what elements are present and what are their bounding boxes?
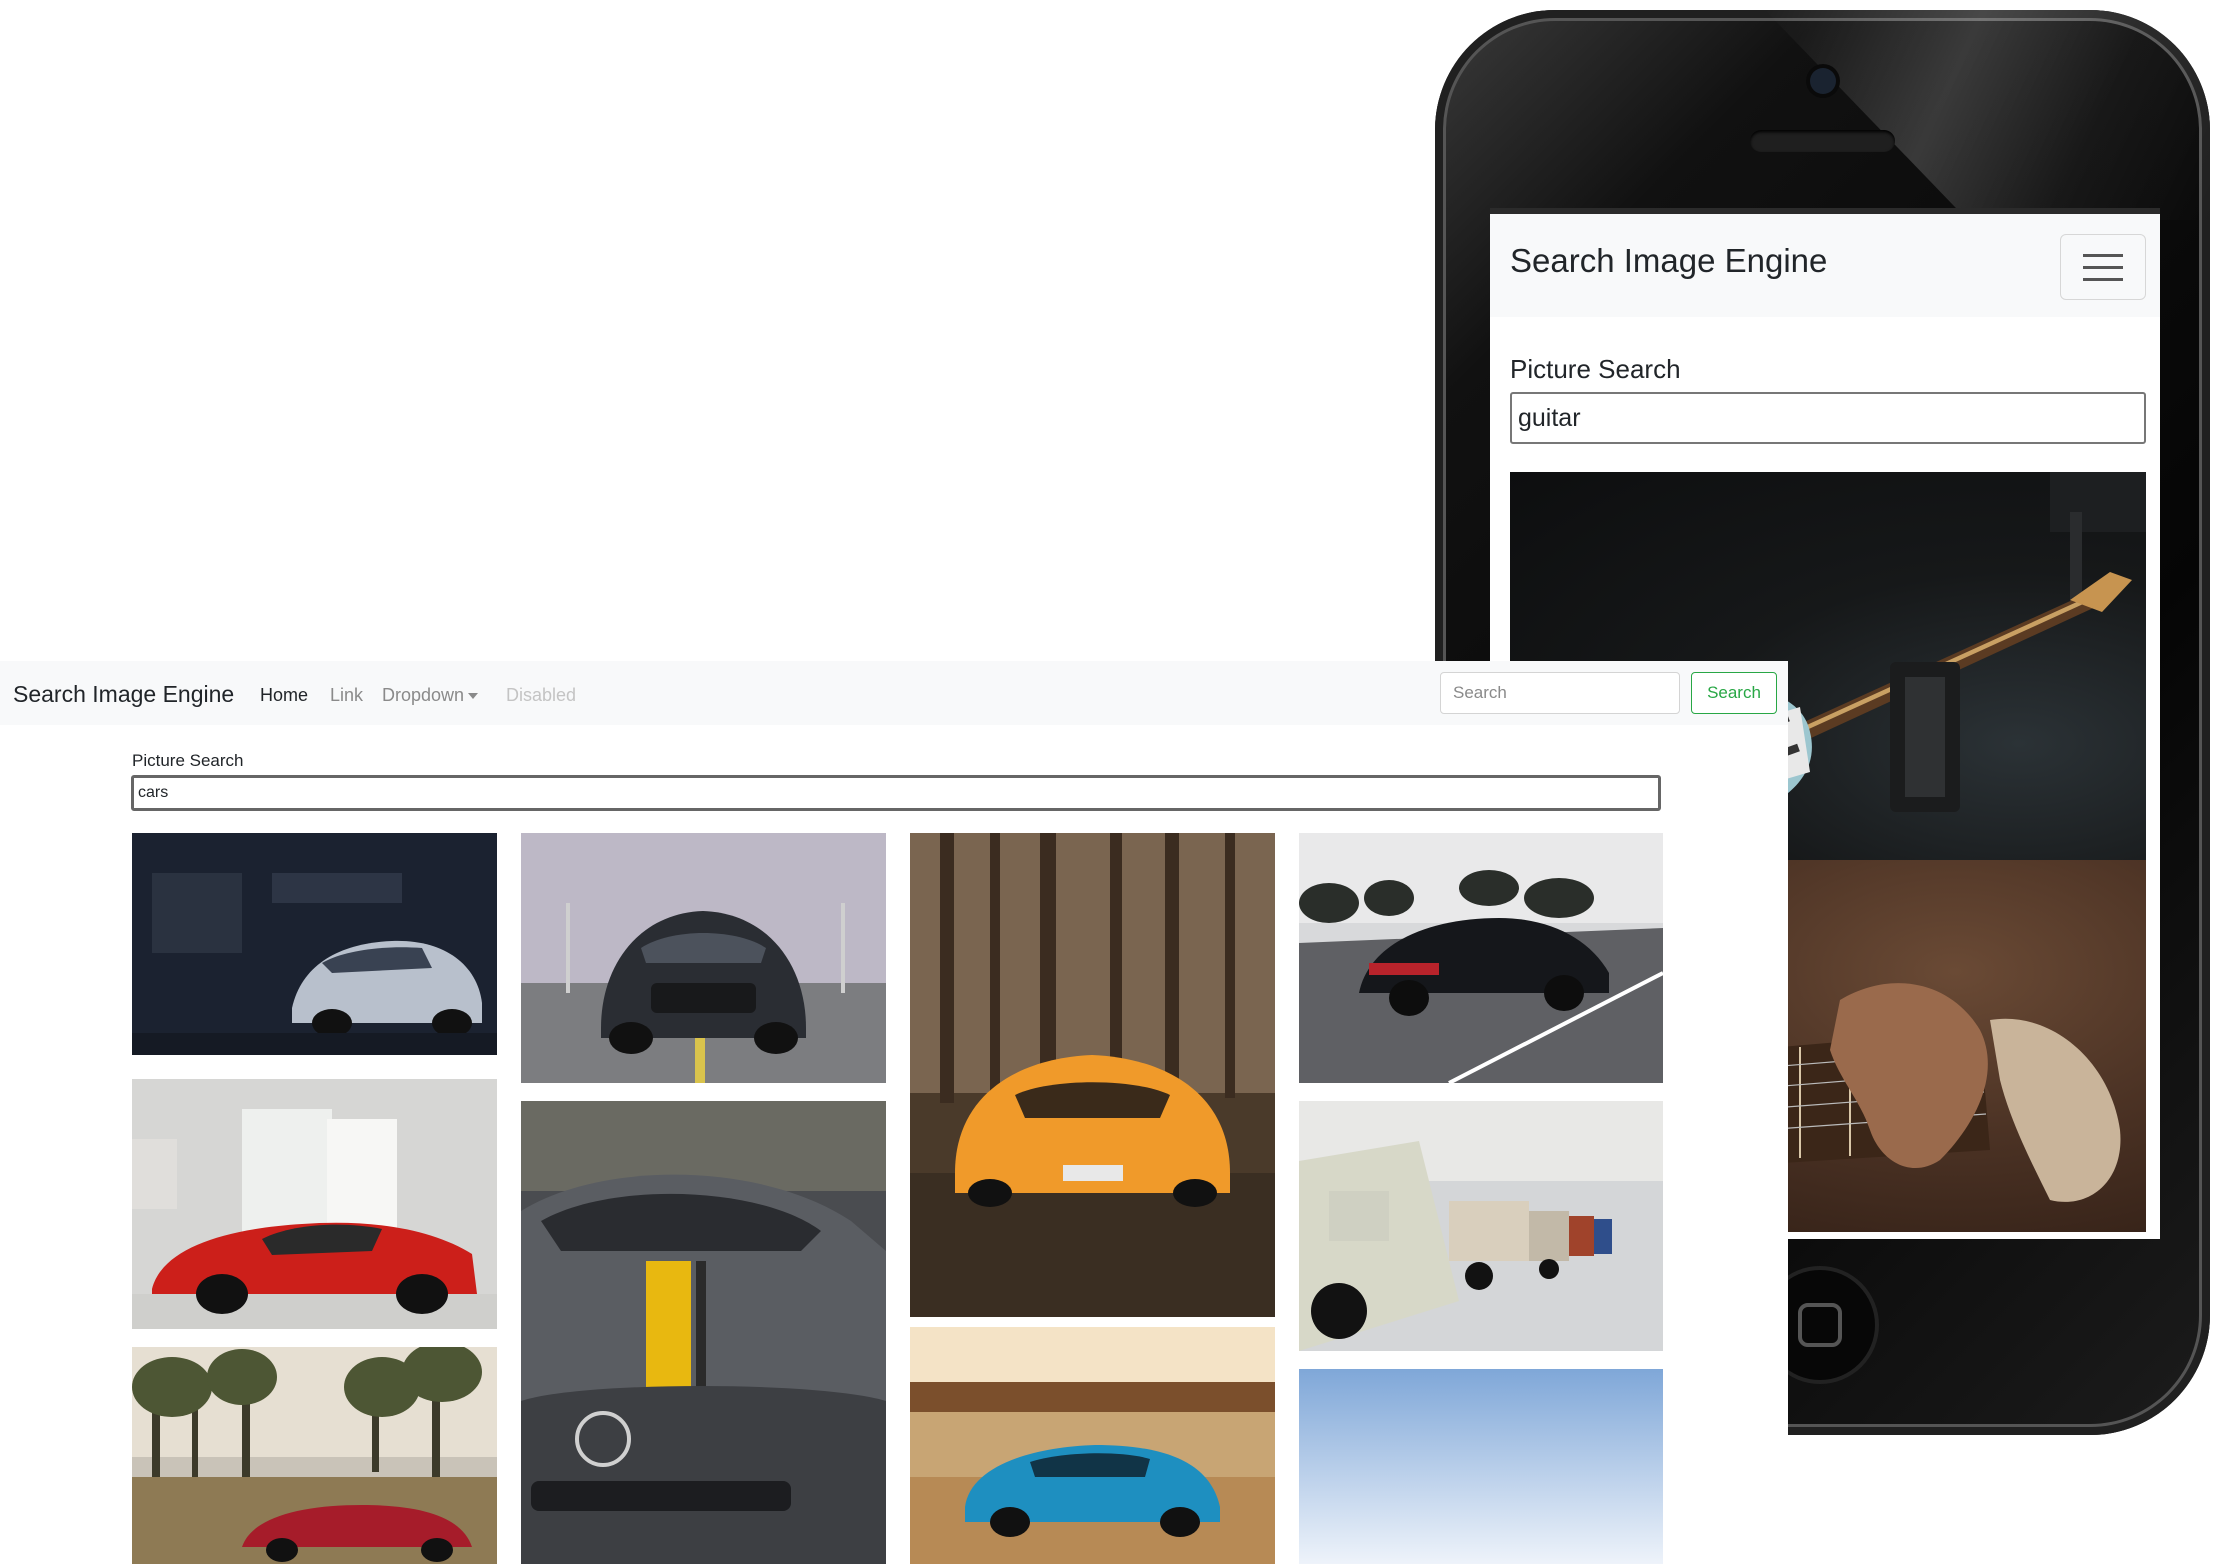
result-image-car[interactable] (132, 1347, 497, 1564)
result-image-car[interactable] (132, 1079, 497, 1329)
hamburger-line (2083, 278, 2123, 281)
mobile-navbar: Search Image Engine (1490, 214, 2160, 317)
result-image-sky[interactable] (1299, 1369, 1663, 1564)
desktop-view: Search Image Engine Home Link Dropdown D… (0, 661, 1788, 1564)
nav-link-link[interactable]: Link (330, 685, 363, 706)
navbar-search-button[interactable]: Search (1691, 672, 1777, 714)
caret-down-icon (468, 693, 479, 700)
result-image-car[interactable] (1299, 833, 1663, 1083)
result-image-car[interactable] (132, 833, 497, 1055)
hamburger-line (2083, 254, 2123, 257)
result-image-car[interactable] (910, 833, 1275, 1317)
nav-link-disabled: Disabled (506, 685, 577, 705)
desktop-navbar: Search Image Engine Home Link Dropdown D… (0, 661, 1788, 725)
result-image-car[interactable] (521, 1101, 886, 1564)
desktop-search-label: Picture Search (132, 751, 244, 770)
mobile-search-input[interactable] (1510, 392, 2146, 444)
hamburger-line (2083, 266, 2123, 269)
nav-dropdown[interactable]: Dropdown (382, 685, 479, 706)
desktop-navbar-brand[interactable]: Search Image Engine (13, 681, 234, 708)
nav-link-home[interactable]: Home (260, 685, 308, 706)
camera-icon (1810, 68, 1836, 94)
nav-dropdown-label: Dropdown (382, 685, 465, 705)
mobile-search-label: Picture Search (1510, 354, 1681, 384)
desktop-search-input[interactable] (131, 775, 1661, 811)
hamburger-menu-icon[interactable] (2060, 234, 2146, 300)
speaker-grille (1750, 130, 1895, 152)
phone-glare (1765, 10, 2215, 220)
mobile-navbar-brand[interactable]: Search Image Engine (1510, 242, 1827, 280)
result-image-car[interactable] (521, 833, 886, 1083)
home-square-icon (1798, 1303, 1842, 1347)
navbar-search-input[interactable] (1440, 672, 1680, 714)
result-image-car[interactable] (910, 1327, 1275, 1564)
result-image-car[interactable] (1299, 1101, 1663, 1351)
